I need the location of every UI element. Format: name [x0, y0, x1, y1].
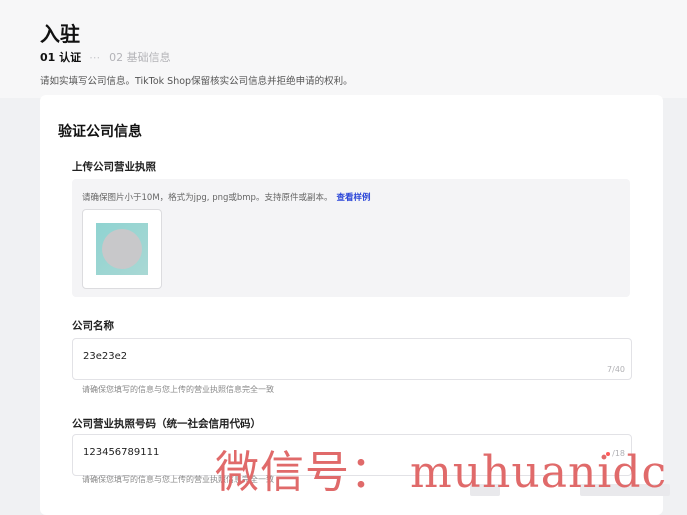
page-description: 请如实填写公司信息。TikTok Shop保留核实公司信息并拒绝申请的权利。 [40, 76, 353, 87]
license-upload-label: 上传公司营业执照 [72, 161, 156, 173]
company-name-input[interactable]: 23e23e2 7/40 [72, 338, 632, 380]
view-sample-link[interactable]: 查看样例 [336, 193, 370, 203]
license-number-value: 123456789111 [83, 447, 160, 458]
license-number-label: 公司营业执照号码（统一社会信用代码） [72, 418, 261, 430]
section-title: 验证公司信息 [58, 124, 142, 140]
page-title: 入驻 [40, 22, 80, 46]
company-name-label: 公司名称 [72, 320, 114, 332]
step-indicator: 01 认证 ⋯ 02 基础信息 [40, 49, 171, 65]
upload-hint-text: 请确保图片小于10M，格式为jpg, png或bmp。支持原件或副本。 [82, 193, 333, 203]
license-upload-area[interactable]: 请确保图片小于10M，格式为jpg, png或bmp。支持原件或副本。 查看样例 [72, 179, 630, 297]
company-name-help: 请确保您填写的信息与您上传的营业执照信息完全一致 [82, 385, 274, 394]
upload-hint: 请确保图片小于10M，格式为jpg, png或bmp。支持原件或副本。 查看样例 [82, 191, 370, 203]
company-name-value: 23e23e2 [83, 351, 128, 362]
step-1-verification[interactable]: 01 认证 [40, 49, 81, 65]
page-header: 入驻 01 认证 ⋯ 02 基础信息 请如实填写公司信息。TikTok Shop… [0, 0, 687, 98]
step-2-basic-info[interactable]: 02 基础信息 [109, 49, 171, 65]
step-separator: ⋯ [89, 50, 102, 64]
company-name-char-count: 7/40 [607, 365, 625, 374]
license-image-icon [96, 223, 148, 275]
watermark-text: 微信号： muhuanidc [215, 447, 668, 498]
license-thumbnail[interactable] [82, 209, 162, 289]
